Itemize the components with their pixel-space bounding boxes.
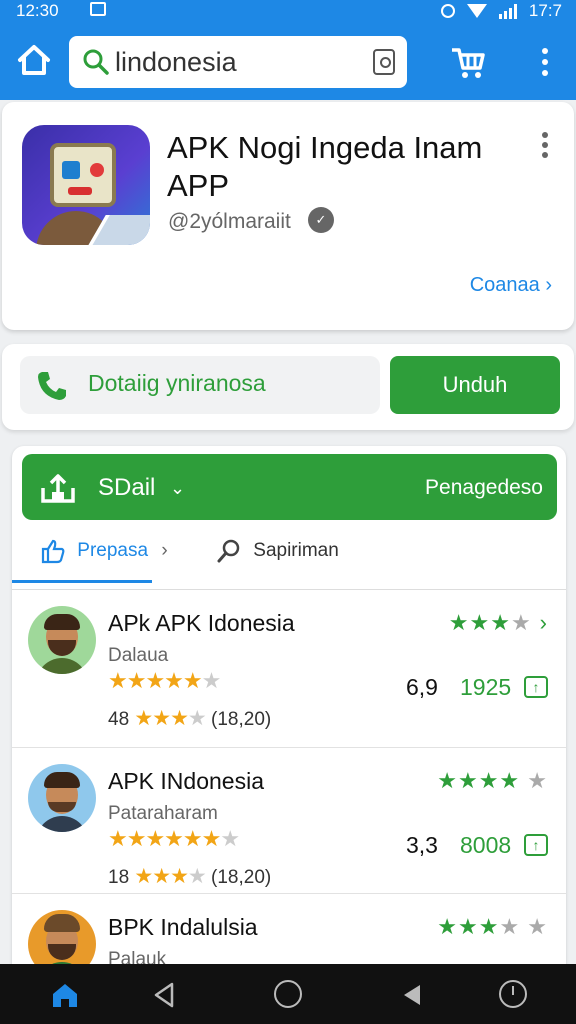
status-bar: 12:30 17:7 — [0, 0, 576, 22]
recent-icon[interactable] — [499, 980, 527, 1008]
like-icon — [41, 539, 65, 564]
nav-home-circle-icon[interactable] — [274, 980, 302, 1008]
install-count: 1925 — [460, 674, 512, 700]
list-toolbar: SDail ⌄ Penagedeso — [22, 454, 557, 520]
avatar — [28, 764, 96, 832]
cart-icon — [452, 48, 485, 78]
install-card: Dotaiig yniranosa Unduh — [2, 344, 574, 430]
app-score: 6,9 — [406, 674, 438, 700]
search-icon — [83, 49, 109, 75]
tab-prepasa[interactable]: Prepasa › — [40, 538, 168, 582]
install-count: 8008 — [460, 832, 512, 858]
triangle-icon — [404, 985, 420, 1005]
rating-stars: ★★★★★★ — [108, 668, 221, 693]
more-icon — [542, 48, 548, 54]
app-category: Pataraharam — [108, 803, 218, 824]
tab-sapiriman[interactable]: Sapiriman — [216, 538, 339, 582]
battery-text: 17:7 — [528, 1, 562, 20]
chevron-right-icon: › — [545, 274, 552, 296]
search-input[interactable] — [115, 44, 365, 80]
signal-icon — [498, 3, 517, 19]
app-title: APK Nogi Ingeda Inam APP — [167, 130, 483, 203]
chevron-right-icon: › — [161, 540, 168, 562]
wifi-icon — [466, 4, 487, 18]
app-score: 3,3 — [406, 832, 438, 858]
card-more-button[interactable] — [542, 132, 548, 158]
list-item[interactable]: APK INdonesia Pataraharam ★★★★★★★ 18 ★★★… — [12, 748, 566, 894]
alarm-icon — [440, 4, 455, 18]
avatar — [28, 606, 96, 674]
app-name: APk APK Idonesia — [108, 610, 295, 636]
sort-selector[interactable]: SDail — [98, 474, 155, 502]
verified-badge-icon: ✓ — [308, 207, 334, 233]
chevron-right-icon: › — [539, 610, 548, 635]
rating-stars: ★★★★★★★ — [108, 826, 240, 851]
chevron-down-icon[interactable]: ⌄ — [170, 478, 185, 499]
nav-home-button[interactable] — [50, 980, 80, 1010]
more-icon — [542, 132, 548, 138]
download-icon — [41, 474, 75, 503]
green-rating-stars: ★★★★ ★ — [437, 914, 548, 939]
developer-name[interactable]: @2yólmaraiit — [168, 210, 291, 234]
rating-summary: 48 ★★★★ (18,20) — [108, 707, 272, 730]
rating-summary: 18 ★★★★ (18,20) — [108, 865, 272, 888]
toolbar-right-label[interactable]: Penagedeso — [425, 476, 543, 500]
list-item[interactable]: APk APK Idonesia Dalaua ★★★★★★ 48 ★★★★ (… — [12, 590, 566, 748]
install-button[interactable]: Unduh — [390, 356, 560, 414]
download-icon[interactable]: ↑ — [524, 834, 548, 856]
sim-icon — [90, 2, 106, 16]
app-header-card: APK Nogi Ingeda Inam APP @2yólmaraiit ✓ … — [2, 102, 574, 330]
status-time: 12:30 — [16, 1, 59, 20]
detail-button[interactable]: Dotaiig yniranosa — [20, 356, 380, 414]
cart-button[interactable] — [448, 42, 488, 82]
see-more-link[interactable]: Coanaa › — [470, 274, 552, 297]
search-icon — [217, 539, 240, 563]
home-button[interactable] — [14, 40, 54, 80]
search-box[interactable] — [69, 36, 407, 88]
app-list-card: SDail ⌄ Penagedeso Prepasa › Sapiriman A… — [12, 446, 566, 976]
back-icon — [154, 982, 174, 1008]
more-menu-button[interactable] — [530, 40, 560, 84]
app-name: BPK Indalulsia — [108, 914, 258, 940]
green-rating-stars: ★★★★ ★ — [437, 768, 548, 793]
download-icon[interactable]: ↑ — [524, 676, 548, 698]
app-category: Dalaua — [108, 645, 169, 666]
app-name: APK INdonesia — [108, 768, 264, 794]
system-nav-bar — [0, 964, 576, 1024]
home-icon — [53, 984, 77, 1007]
tab-indicator — [12, 580, 152, 583]
home-icon — [18, 45, 50, 75]
app-icon — [22, 125, 150, 245]
nav-recent-button[interactable] — [398, 980, 428, 1010]
app-list: APk APK Idonesia Dalaua ★★★★★★ 48 ★★★★ (… — [12, 590, 566, 976]
detail-label: Dotaiig yniranosa — [88, 370, 266, 396]
phone-icon — [38, 372, 66, 400]
clipboard-icon[interactable] — [373, 49, 395, 75]
nav-back-button[interactable] — [150, 980, 180, 1010]
green-rating-stars: ★★★★ › — [448, 610, 548, 635]
app-bar — [0, 22, 576, 100]
